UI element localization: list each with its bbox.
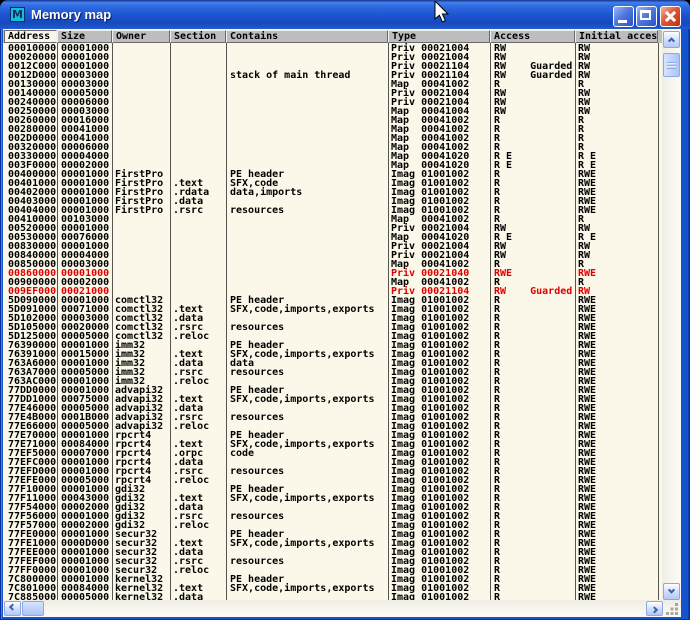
cell-contains: SFX,code,imports,exports — [230, 539, 375, 548]
close-button[interactable] — [660, 6, 681, 27]
chevron-up-icon — [668, 37, 675, 44]
cell-initial-access: RWE — [578, 593, 596, 600]
cell-type: Imag 01001002 — [391, 593, 469, 600]
cell-contains: stack of main thread — [230, 71, 350, 80]
column-header-access[interactable]: Access — [490, 30, 575, 43]
cell-section: .rsrc — [173, 206, 203, 215]
cell-access: RW Guarded — [494, 71, 572, 80]
vertical-scrollbar[interactable] — [662, 31, 681, 601]
column-header-owner[interactable]: Owner — [112, 30, 170, 43]
column-header-size[interactable]: Size — [57, 30, 112, 43]
chevron-left-icon — [9, 604, 16, 611]
resize-grip-icon[interactable] — [666, 603, 679, 616]
titlebar[interactable]: M Memory map — [0, 0, 690, 29]
memory-map-table: Address Size Owner Section Contains Type… — [3, 29, 681, 617]
cell-section: .reloc — [173, 377, 209, 386]
table-body: 0001000000001000Priv 00021004RWRW0002000… — [3, 43, 662, 600]
column-header-contains[interactable]: Contains — [226, 30, 388, 43]
cell-contains: code — [230, 449, 254, 458]
cell-section: .reloc — [173, 566, 209, 575]
column-separator — [658, 43, 659, 600]
cell-section: .reloc — [173, 332, 209, 341]
vertical-scroll-thumb[interactable] — [663, 53, 680, 77]
maximize-button[interactable] — [636, 6, 657, 27]
cell-contains: SFX,code,imports,exports — [230, 584, 375, 593]
cell-contains: resources — [230, 557, 284, 566]
scroll-up-button[interactable] — [663, 31, 680, 48]
cell-contains: SFX,code,imports,exports — [230, 305, 375, 314]
cell-contains: resources — [230, 368, 284, 377]
column-header-address[interactable]: Address — [4, 30, 57, 43]
cell-owner: kernel32 — [115, 593, 163, 600]
table-header: Address Size Owner Section Contains Type… — [3, 30, 662, 43]
cell-section: .reloc — [173, 422, 209, 431]
cell-contains: resources — [230, 206, 284, 215]
app-icon[interactable]: M — [10, 7, 25, 22]
horizontal-scroll-thumb[interactable] — [22, 601, 44, 616]
window-title: Memory map — [31, 7, 111, 22]
horizontal-scrollbar[interactable] — [3, 600, 681, 617]
mouse-cursor-icon — [434, 1, 452, 27]
chevron-right-icon — [651, 606, 658, 613]
cell-contains: SFX,code,imports,exports — [230, 395, 375, 404]
column-header-type[interactable]: Type — [388, 30, 490, 43]
cell-section: .reloc — [173, 521, 209, 530]
cell-owner: FirstPro — [115, 206, 163, 215]
cell-access: R — [494, 593, 500, 600]
cell-contains: resources — [230, 467, 284, 476]
column-header-initial-access[interactable]: Initial access — [575, 30, 658, 43]
cell-contains: data,imports — [230, 188, 302, 197]
cell-section: .data — [173, 593, 203, 600]
cell-section: .reloc — [173, 476, 209, 485]
cell-size: 00005000 — [61, 593, 109, 600]
cell-address: 7C885000 — [8, 593, 56, 600]
table-row[interactable]: 7C885000 00005000 kernel32 .data Imag 010010… — [3, 593, 658, 600]
cell-contains: SFX,code,imports,exports — [230, 494, 375, 503]
scroll-down-button[interactable] — [663, 583, 680, 600]
cell-contains: resources — [230, 512, 284, 521]
column-header-section[interactable]: Section — [170, 30, 226, 43]
cell-contains: resources — [230, 413, 284, 422]
cell-access: RW Guarded — [494, 287, 572, 296]
memory-map-window: M Memory map Address Size Owner Section … — [0, 0, 690, 620]
scroll-right-button[interactable] — [646, 601, 663, 616]
minimize-button[interactable] — [613, 6, 634, 27]
chevron-down-icon — [668, 587, 675, 594]
cell-contains: resources — [230, 323, 284, 332]
scroll-left-button[interactable] — [4, 601, 21, 616]
